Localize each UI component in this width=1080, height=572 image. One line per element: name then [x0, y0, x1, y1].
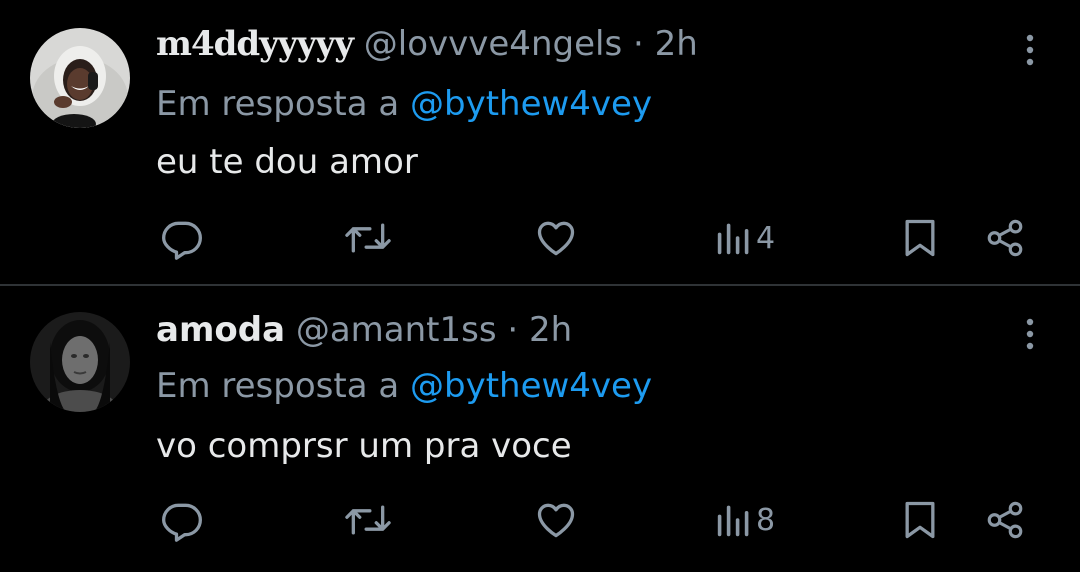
- avatar[interactable]: [30, 28, 130, 128]
- retweet-icon: [345, 223, 391, 253]
- views-button[interactable]: 8: [716, 498, 775, 542]
- bookmark-icon: [905, 219, 935, 257]
- separator-dot: ·: [632, 24, 644, 64]
- reply-prefix: Em resposta a: [156, 84, 400, 124]
- bookmark-icon: [905, 501, 935, 539]
- reply-to-mention[interactable]: @bythew4vey: [410, 366, 652, 406]
- like-button[interactable]: [534, 498, 578, 542]
- like-icon: [537, 503, 575, 538]
- views-count: 4: [756, 220, 776, 256]
- tweet-reply-2[interactable]: amoda @amant1ss · 2h Em resposta a @byth…: [0, 286, 1080, 572]
- views-count: 8: [756, 502, 776, 538]
- share-button[interactable]: [984, 216, 1026, 260]
- reply-button[interactable]: [160, 498, 204, 542]
- reply-icon: [162, 503, 202, 542]
- reply-context: Em resposta a @bythew4vey: [156, 84, 652, 124]
- bookmark-button[interactable]: [900, 216, 940, 260]
- timestamp[interactable]: 2h: [655, 24, 698, 64]
- bookmark-button[interactable]: [900, 498, 940, 542]
- reply-icon: [162, 221, 202, 260]
- more-options-button[interactable]: [1014, 314, 1046, 354]
- tweet-header: m4ddyyyyy @lovvve4ngels · 2h: [156, 24, 698, 64]
- user-handle[interactable]: @amant1ss: [296, 310, 497, 350]
- retweet-button[interactable]: [344, 216, 392, 260]
- views-icon: [717, 505, 749, 537]
- separator-dot: ·: [507, 310, 519, 350]
- like-icon: [537, 221, 575, 256]
- display-name[interactable]: amoda: [156, 310, 285, 350]
- tweet-text: eu te dou amor: [156, 142, 418, 182]
- retweet-button[interactable]: [344, 498, 392, 542]
- more-icon: [1026, 34, 1034, 66]
- tweet-header: amoda @amant1ss · 2h: [156, 310, 572, 350]
- user-handle[interactable]: @lovvve4ngels: [364, 24, 622, 64]
- views-icon: [717, 223, 749, 255]
- like-button[interactable]: [534, 216, 578, 260]
- share-icon: [987, 219, 1023, 257]
- tweet-reply-1[interactable]: m4ddyyyyy @lovvve4ngels · 2h Em resposta…: [0, 0, 1080, 284]
- avatar[interactable]: [30, 312, 130, 412]
- retweet-icon: [345, 505, 391, 535]
- more-options-button[interactable]: [1014, 30, 1046, 70]
- reply-button[interactable]: [160, 216, 204, 260]
- tweet-text: vo comprsr um pra voce: [156, 426, 572, 466]
- more-icon: [1026, 318, 1034, 350]
- reply-context: Em resposta a @bythew4vey: [156, 366, 652, 406]
- reply-to-mention[interactable]: @bythew4vey: [410, 84, 652, 124]
- share-button[interactable]: [984, 498, 1026, 542]
- share-icon: [987, 501, 1023, 539]
- timestamp[interactable]: 2h: [529, 310, 572, 350]
- reply-prefix: Em resposta a: [156, 366, 400, 406]
- display-name[interactable]: m4ddyyyyy: [156, 24, 354, 64]
- views-button[interactable]: 4: [716, 216, 775, 260]
